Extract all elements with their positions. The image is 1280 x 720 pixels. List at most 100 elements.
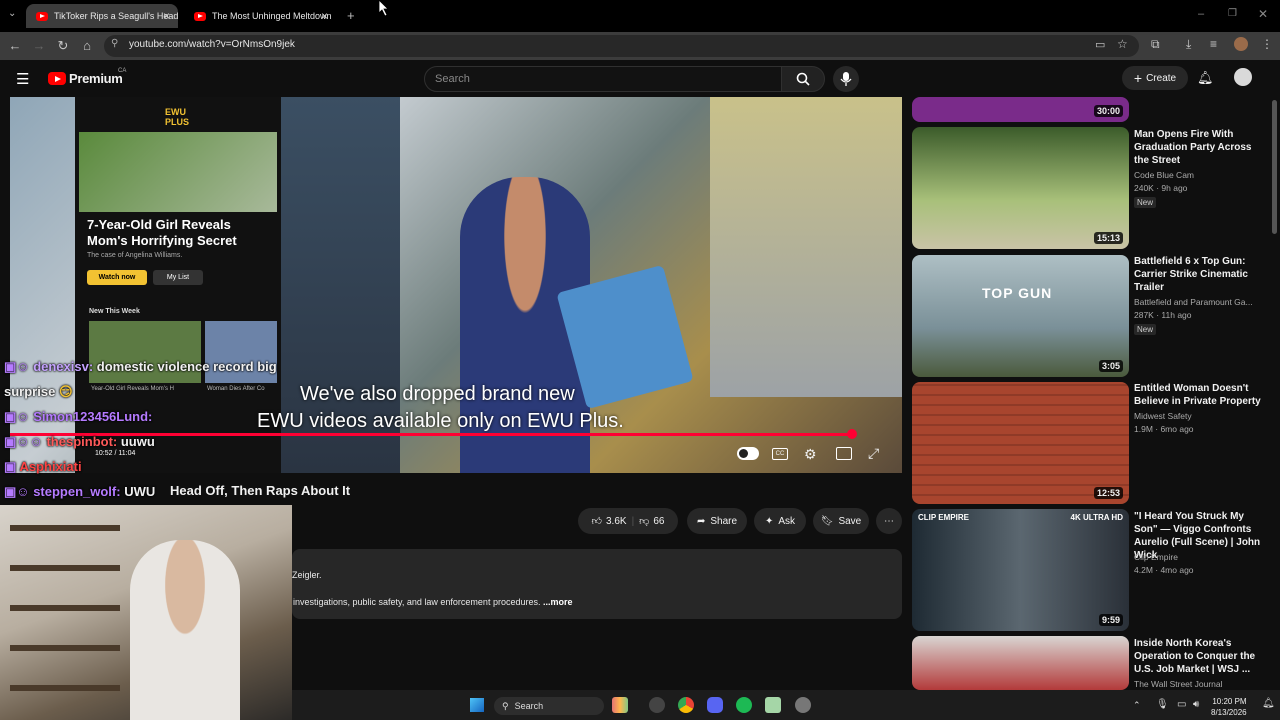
notifications-bell-icon[interactable]: 🔔︎: [1197, 70, 1214, 86]
cast-icon[interactable]: ▭: [1095, 38, 1105, 51]
bookmark-icon: 🔖︎: [820, 515, 834, 527]
sidebar-channel[interactable]: Code Blue Cam: [1134, 169, 1194, 182]
create-label: Create: [1146, 72, 1177, 84]
search-button[interactable]: [781, 66, 825, 92]
chat-user: denexisv:: [33, 359, 94, 374]
extensions-icon[interactable]: ⧉: [1151, 37, 1160, 52]
chat-text: surprise: [4, 384, 56, 399]
account-avatar[interactable]: [1234, 68, 1252, 86]
voice-search-button[interactable]: [833, 66, 859, 92]
subtitle-line-2: EWU videos available only on EWU Plus.: [257, 410, 624, 432]
save-button[interactable]: 🔖︎ Save: [813, 508, 869, 534]
taskbar-search[interactable]: ⚲ Search: [494, 697, 604, 715]
fullscreen-icon[interactable]: ⤢: [868, 445, 879, 462]
maximize-button[interactable]: ❐: [1228, 8, 1237, 19]
sidebar-thumbnail[interactable]: 15:13: [912, 127, 1129, 249]
notepad-icon[interactable]: [765, 697, 781, 713]
search-input[interactable]: Search: [424, 66, 782, 92]
description-box[interactable]: [292, 549, 902, 619]
hamburger-menu-icon[interactable]: ☰: [16, 70, 29, 88]
streamer: [130, 540, 240, 720]
create-button[interactable]: + Create: [1122, 66, 1188, 90]
sidebar-video-title[interactable]: Inside North Korea's Operation to Conque…: [1134, 637, 1264, 676]
captions-icon[interactable]: CC: [772, 448, 788, 460]
reading-list-icon[interactable]: ≡: [1210, 37, 1217, 51]
phone-hero-image: [79, 132, 277, 212]
video-title: Head Off, Then Raps About It: [170, 483, 351, 498]
download-icon[interactable]: ⤓: [1186, 37, 1191, 52]
sidebar-thumbnail[interactable]: 30:00: [912, 97, 1129, 122]
youtube-logo-icon[interactable]: [48, 72, 66, 85]
sidebar-channel[interactable]: Clip Empire: [1134, 551, 1178, 564]
ewu-plus-logo: EWU PLUS: [165, 107, 190, 127]
sidebar-channel[interactable]: Battlefield and Paramount Ga...: [1134, 296, 1253, 309]
watch-now-label: Watch now: [98, 274, 136, 281]
like-button[interactable]: 👍︎ 3.6K: [592, 515, 627, 528]
sidebar-video-title[interactable]: Entitled Woman Doesn't Believe in Privat…: [1134, 382, 1264, 408]
tab-title: The Most Unhinged Meltdown: [212, 11, 332, 21]
browser-tab-active[interactable]: TikToker Rips a Seagull's Head Of ×: [26, 4, 178, 28]
more-horizontal-icon: ⋯: [884, 515, 894, 527]
taskbar-clock[interactable]: 10:20 PM 8/13/2026: [1211, 696, 1247, 718]
spotify-icon[interactable]: [736, 697, 752, 713]
browser-tab[interactable]: The Most Unhinged Meltdown ×: [184, 4, 336, 28]
page-scrollbar[interactable]: [1272, 100, 1277, 234]
settings-gear-icon[interactable]: ⚙: [804, 446, 817, 463]
autoplay-toggle[interactable]: [737, 447, 759, 460]
miniplayer-icon[interactable]: [836, 447, 852, 460]
chat-user: thespinbot:: [46, 434, 118, 449]
start-menu-icon[interactable]: [470, 698, 484, 712]
dislike-button[interactable]: 👎︎ 66: [639, 515, 665, 528]
home-icon[interactable]: ⌂: [77, 36, 97, 56]
notifications-icon[interactable]: 🔔︎: [1262, 698, 1275, 709]
youtube-logo-text[interactable]: Premium: [69, 71, 123, 86]
microphone-tray-icon[interactable]: 🎙︎: [1156, 699, 1169, 710]
tab-list-icon[interactable]: ⌄: [8, 8, 16, 19]
close-window-button[interactable]: ✕: [1258, 7, 1268, 21]
bookmark-star-icon[interactable]: ☆: [1117, 37, 1128, 51]
forward-icon[interactable]: →: [29, 36, 49, 56]
sidebar-thumbnail[interactable]: TOP GUN 3:05: [912, 255, 1129, 377]
sidebar-video-title[interactable]: Man Opens Fire With Graduation Party Acr…: [1134, 128, 1264, 167]
discord-icon[interactable]: [707, 697, 723, 713]
sidebar-thumbnail[interactable]: 12:53: [912, 382, 1129, 504]
minimize-button[interactable]: –: [1198, 8, 1204, 20]
description-line-1: Zeigler.: [292, 570, 322, 580]
site-info-icon[interactable]: ⚲: [111, 38, 118, 49]
browser-menu-icon[interactable]: ⋮: [1261, 37, 1273, 51]
sidebar-channel[interactable]: Midwest Safety: [1134, 410, 1192, 423]
ask-button[interactable]: ✦ Ask: [754, 508, 806, 534]
steam-icon[interactable]: [795, 697, 811, 713]
description-more-link[interactable]: ...more: [543, 597, 573, 607]
sidebar-thumbnail[interactable]: CLIP EMPIRE 4K ULTRA HD 9:59: [912, 509, 1129, 631]
sidebar-thumbnail[interactable]: [912, 636, 1129, 690]
chat-text: uuwu: [120, 434, 155, 449]
chat-message: ▣ Asphixiati: [4, 459, 82, 474]
more-actions-button[interactable]: ⋯: [876, 508, 902, 534]
close-tab-icon[interactable]: ×: [321, 9, 328, 23]
chat-message: ▣☺ steppen_wolf: UWU: [4, 484, 156, 499]
tray-overflow-icon[interactable]: ⌃: [1133, 700, 1141, 711]
profile-avatar[interactable]: [1234, 37, 1248, 51]
back-icon[interactable]: ←: [5, 36, 25, 56]
phone-headline: 7-Year-Old Girl Reveals Mom's Horrifying…: [87, 217, 237, 248]
dislike-count: 66: [653, 515, 665, 527]
sidebar-meta: 240K · 9h ago: [1134, 183, 1188, 193]
progress-scrubber[interactable]: [847, 429, 857, 439]
settings-icon[interactable]: [649, 697, 665, 713]
sidebar-video-title[interactable]: Battlefield 6 x Top Gun: Carrier Strike …: [1134, 255, 1264, 294]
reload-icon[interactable]: ↻: [53, 36, 73, 56]
phone-time-readout: 10:52 / 11:04: [95, 450, 136, 457]
volume-icon[interactable]: 🔊︎: [1193, 699, 1199, 710]
plus-icon: +: [1133, 70, 1143, 86]
new-tab-button[interactable]: +: [347, 8, 355, 23]
region-code: CA: [118, 68, 127, 74]
share-button[interactable]: ➦ Share: [687, 508, 747, 534]
chrome-icon[interactable]: [678, 697, 694, 713]
close-tab-icon[interactable]: ×: [163, 9, 170, 23]
thumbs-down-icon: 👎︎: [639, 516, 650, 527]
network-icon[interactable]: ▭: [1177, 699, 1186, 710]
chat-user: Asphixiati: [19, 459, 82, 474]
duration-badge: 30:00: [1093, 105, 1123, 117]
widgets-icon[interactable]: [612, 697, 628, 713]
